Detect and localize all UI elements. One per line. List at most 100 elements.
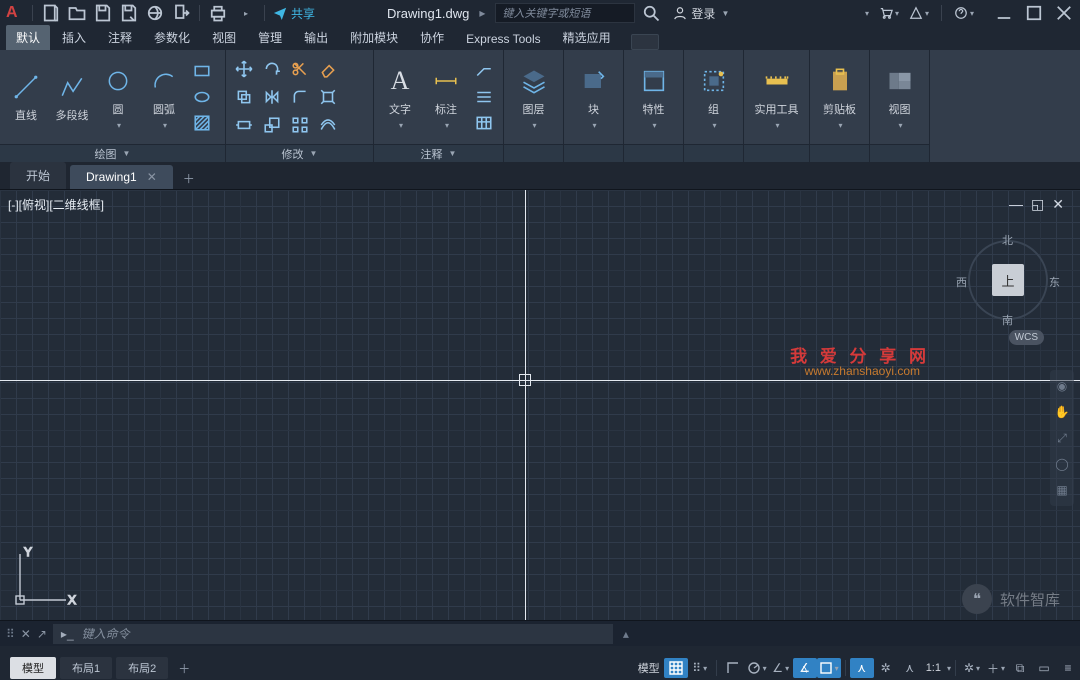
tab-layout1[interactable]: 布局1 bbox=[60, 657, 112, 679]
transparency-icon[interactable]: ✲ bbox=[874, 658, 898, 678]
block-button[interactable]: 块▾ bbox=[574, 54, 614, 140]
isodraft-icon[interactable]: ∠▾ bbox=[769, 658, 793, 678]
tab-featured[interactable]: 精选应用 bbox=[553, 25, 621, 50]
search-icon[interactable] bbox=[641, 3, 661, 23]
customize-icon[interactable]: ≡ bbox=[1056, 658, 1080, 678]
open-web-icon[interactable] bbox=[145, 3, 165, 23]
layer-button[interactable]: 图层▾ bbox=[514, 54, 554, 140]
vp-close-icon[interactable]: ✕ bbox=[1052, 196, 1064, 213]
panel-annot-title[interactable]: 注释 ▼ bbox=[374, 144, 503, 162]
trim-icon[interactable] bbox=[288, 57, 312, 81]
cmd-close-icon[interactable]: ✕ bbox=[21, 627, 31, 641]
status-model[interactable]: 模型 bbox=[634, 660, 664, 676]
close-tab-icon[interactable]: ✕ bbox=[147, 170, 157, 184]
export-icon[interactable] bbox=[171, 3, 191, 23]
line-button[interactable]: 直线 bbox=[6, 54, 46, 140]
text-button[interactable]: A文字▾ bbox=[380, 54, 420, 140]
autodesk-icon[interactable]: ▾ bbox=[909, 3, 929, 23]
panel-draw-title[interactable]: 绘图 ▼ bbox=[0, 144, 225, 162]
tab-express[interactable]: Express Tools bbox=[456, 28, 550, 50]
lineweight-icon[interactable]: ⋏ bbox=[850, 658, 874, 678]
app-logo[interactable]: A bbox=[6, 4, 24, 22]
cart-icon[interactable]: ▾ bbox=[879, 3, 899, 23]
viewcube[interactable]: 上 北 南 西 东 bbox=[962, 234, 1054, 326]
help-icon[interactable]: ▾ bbox=[954, 3, 974, 23]
tab-output[interactable]: 输出 bbox=[294, 25, 338, 50]
share-button[interactable]: 共享 bbox=[273, 5, 315, 22]
tab-view[interactable]: 视图 bbox=[202, 25, 246, 50]
iso-view-icon[interactable]: ＋▾ bbox=[984, 658, 1008, 678]
utilities-button[interactable]: 实用工具▾ bbox=[750, 54, 803, 140]
grid-toggle-icon[interactable] bbox=[664, 658, 688, 678]
tab-start[interactable]: 开始 bbox=[10, 162, 66, 189]
add-layout-icon[interactable]: ＋ bbox=[172, 657, 196, 679]
wcs-badge[interactable]: WCS bbox=[1009, 330, 1044, 345]
qat-more-icon[interactable]: ▸ bbox=[236, 3, 256, 23]
drawing-area[interactable]: [-][俯视][二维线框] — ◱ ✕ 我 爱 分 享 网 www.zhansh… bbox=[0, 190, 1080, 620]
stretch-icon[interactable] bbox=[232, 113, 256, 137]
arc-button[interactable]: 圆弧▾ bbox=[144, 54, 184, 140]
circle-button[interactable]: 圆▾ bbox=[98, 54, 138, 140]
rect-icon[interactable] bbox=[190, 59, 214, 83]
login-button[interactable]: 登录 ▼ bbox=[673, 5, 729, 22]
panel-modify-title[interactable]: 修改 ▼ bbox=[226, 144, 373, 162]
gear-icon[interactable]: ✲▾ bbox=[960, 658, 984, 678]
ribbon-toggle[interactable] bbox=[631, 34, 659, 50]
clipboard-button[interactable]: 剪贴板▾ bbox=[820, 54, 860, 140]
orbit-icon[interactable]: ◯ bbox=[1052, 454, 1072, 474]
minimize-icon[interactable] bbox=[994, 3, 1014, 23]
new-icon[interactable] bbox=[41, 3, 61, 23]
table-icon[interactable] bbox=[472, 111, 496, 135]
new-tab-icon[interactable]: ＋ bbox=[177, 167, 201, 189]
search-input[interactable]: 键入关键字或短语 bbox=[495, 3, 635, 23]
tab-annotate[interactable]: 注释 bbox=[98, 25, 142, 50]
clean-screen-icon[interactable]: ▭ bbox=[1032, 658, 1056, 678]
ortho-icon[interactable] bbox=[721, 658, 745, 678]
group-button[interactable]: 组▾ bbox=[694, 54, 734, 140]
erase-icon[interactable] bbox=[316, 57, 340, 81]
save-icon[interactable] bbox=[93, 3, 113, 23]
command-input[interactable]: ▸_ 键入命令 bbox=[53, 624, 613, 644]
tab-model[interactable]: 模型 bbox=[10, 657, 56, 679]
otrack-icon[interactable]: ▾ bbox=[817, 658, 841, 678]
pan-icon[interactable]: ✋ bbox=[1052, 402, 1072, 422]
vp-restore-icon[interactable]: ◱ bbox=[1031, 196, 1044, 213]
zoom-extents-icon[interactable]: ⤢ bbox=[1052, 428, 1072, 448]
properties-button[interactable]: 特性▾ bbox=[634, 54, 674, 140]
viewport-label[interactable]: [-][俯视][二维线框] bbox=[8, 196, 104, 213]
polyline-button[interactable]: 多段线 bbox=[52, 54, 92, 140]
status-scale[interactable]: 1:1 bbox=[922, 662, 945, 674]
print-icon[interactable] bbox=[208, 3, 228, 23]
snap-toggle-icon[interactable]: ⠿▾ bbox=[688, 658, 712, 678]
move-icon[interactable] bbox=[232, 57, 256, 81]
quickprops-icon[interactable]: ⧉ bbox=[1008, 658, 1032, 678]
cmd-recent-icon[interactable]: ↗ bbox=[37, 627, 47, 641]
polar-icon[interactable]: ▾ bbox=[745, 658, 769, 678]
hatch-icon[interactable] bbox=[190, 111, 214, 135]
viewcube-top[interactable]: 上 bbox=[992, 264, 1024, 296]
dimension-button[interactable]: 标注▾ bbox=[426, 54, 466, 140]
maximize-icon[interactable] bbox=[1024, 3, 1044, 23]
tab-default[interactable]: 默认 bbox=[6, 25, 50, 50]
nav-wheel-icon[interactable]: ◉ bbox=[1052, 376, 1072, 396]
mirror-icon[interactable] bbox=[260, 85, 284, 109]
tab-addons[interactable]: 附加模块 bbox=[340, 25, 408, 50]
mleader-icon[interactable] bbox=[472, 85, 496, 109]
cycling-icon[interactable]: ⋏ bbox=[898, 658, 922, 678]
showmotion-icon[interactable]: ▦ bbox=[1052, 480, 1072, 500]
osnap-icon[interactable]: ∡ bbox=[793, 658, 817, 678]
tab-parametric[interactable]: 参数化 bbox=[144, 25, 200, 50]
tab-drawing1[interactable]: Drawing1✕ bbox=[70, 165, 173, 189]
rotate-icon[interactable] bbox=[260, 57, 284, 81]
tab-manage[interactable]: 管理 bbox=[248, 25, 292, 50]
close-icon[interactable] bbox=[1054, 3, 1074, 23]
array-icon[interactable] bbox=[288, 113, 312, 137]
vp-minimize-icon[interactable]: — bbox=[1009, 196, 1023, 213]
tab-collab[interactable]: 协作 bbox=[410, 25, 454, 50]
open-icon[interactable] bbox=[67, 3, 87, 23]
saveas-icon[interactable] bbox=[119, 3, 139, 23]
explode-icon[interactable] bbox=[316, 85, 340, 109]
tab-layout2[interactable]: 布局2 bbox=[116, 657, 168, 679]
copy-icon[interactable] bbox=[232, 85, 256, 109]
view-button[interactable]: 视图▾ bbox=[880, 54, 920, 140]
